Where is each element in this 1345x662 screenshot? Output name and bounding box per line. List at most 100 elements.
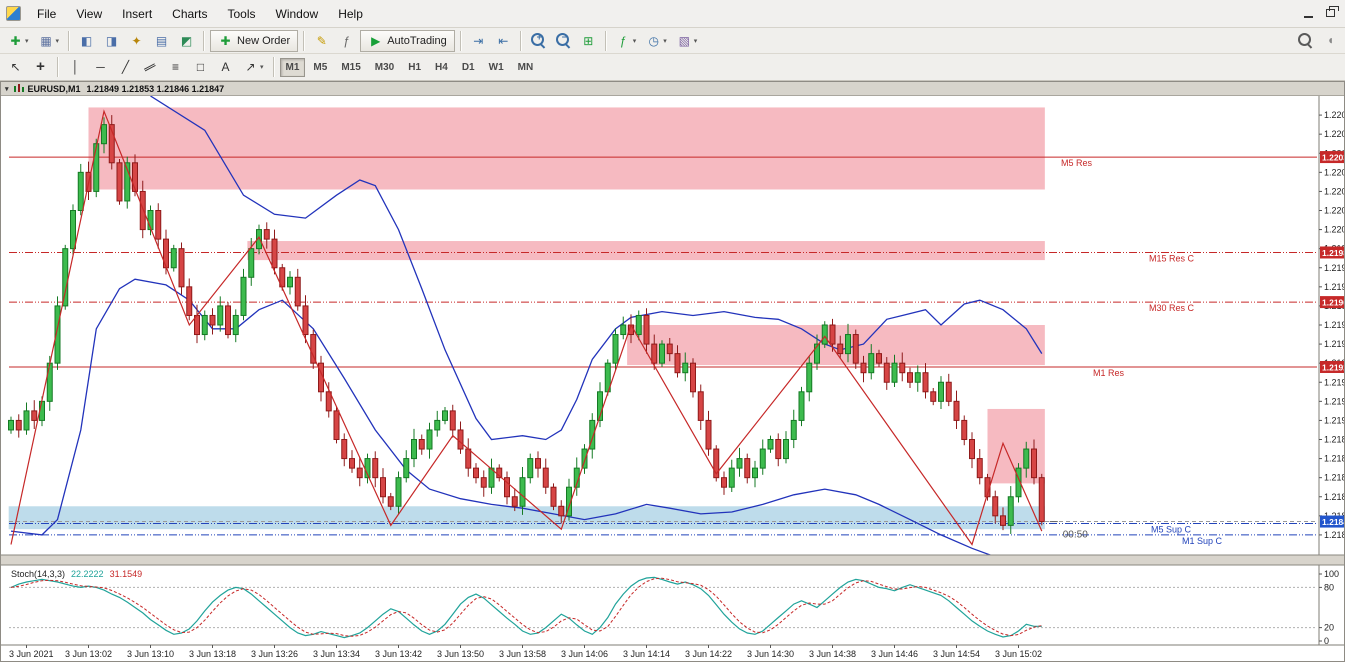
menu: File View Insert Charts Tools Window Help	[27, 3, 373, 25]
navigator-icon: ✦	[131, 33, 142, 48]
zoom-in-button[interactable]: +	[527, 30, 550, 52]
autotrading-button[interactable]: ▶ AutoTrading	[360, 29, 455, 52]
minimize-button[interactable]	[1297, 3, 1319, 22]
notifications-button[interactable]: ◖	[1319, 29, 1342, 51]
tf-mn-button[interactable]: MN	[512, 58, 540, 77]
menu-charts[interactable]: Charts	[162, 3, 217, 25]
arrows-icon: ↗	[245, 60, 256, 74]
stoch-axis-label: 20	[1324, 623, 1334, 633]
price-axis-label: 1.21870	[1324, 473, 1344, 483]
market-watch-icon: ◧	[80, 33, 93, 48]
periods-button[interactable]: ◷ ▾	[642, 30, 671, 52]
price-axis-label: 1.22010	[1324, 206, 1344, 216]
fibonacci-button[interactable]: ≡	[164, 56, 187, 78]
new-chart-button[interactable]: ✚ ▾	[4, 30, 33, 52]
notifications-icon: ◖	[1326, 33, 1335, 47]
menu-file[interactable]: File	[27, 3, 66, 25]
toolbar-separator	[303, 30, 306, 51]
tf-d1-button[interactable]: D1	[456, 58, 481, 77]
menu-insert[interactable]: Insert	[112, 3, 162, 25]
text-icon: A	[221, 60, 230, 74]
chart-canvas[interactable]: M5 Res M15 Res C M30 Res C M1 Res M5 Sup C M1…	[1, 96, 1344, 661]
toolbar-separator	[68, 30, 71, 51]
tf-d1-label: D1	[461, 61, 475, 73]
menu-tools[interactable]: Tools	[218, 3, 266, 25]
strategy-tester-button[interactable]: ◩	[175, 30, 198, 52]
toolbar-standard: ◖ ✚ ▾ ▦ ▾ ◧ ◨ ✦ ▤ ◩ ✚ New Order ✎ ƒ ▶ AutoTrading ⇥ ⇤ + − ⊞…	[0, 28, 1345, 54]
profiles-button[interactable]: ▦ ▾	[35, 30, 64, 52]
vertical-line-button[interactable]: │	[64, 56, 87, 78]
time-axis-label: 3 Jun 14:22	[685, 649, 732, 659]
shapes-icon: □	[196, 60, 205, 74]
menu-view[interactable]: View	[66, 3, 112, 25]
tf-h1-button[interactable]: H1	[402, 58, 427, 77]
metaeditor-button[interactable]: ✎	[310, 30, 333, 52]
toolbar-separator	[272, 57, 275, 77]
shapes-button[interactable]: □	[189, 56, 212, 78]
market-watch-button[interactable]: ◧	[75, 30, 98, 52]
chart-shift-button[interactable]: ⇤	[492, 30, 515, 52]
restore-icon	[1325, 5, 1339, 17]
chart-menu-caret-icon: ▾	[5, 85, 9, 93]
tf-m30-button[interactable]: M30	[369, 58, 400, 77]
zoom-out-button[interactable]: −	[552, 30, 575, 52]
tf-m5-button[interactable]: M5	[307, 58, 333, 77]
auto-scroll-button[interactable]: ⇥	[467, 30, 490, 52]
crosshair-button[interactable]: +	[29, 56, 52, 78]
time-axis-label: 3 Jun 13:26	[251, 649, 298, 659]
panel-splitter[interactable]	[1, 555, 1344, 565]
price-axis-label: 1.21950	[1324, 320, 1344, 330]
tf-m15-button[interactable]: M15	[335, 58, 366, 77]
navigator-button[interactable]: ✦	[125, 30, 148, 52]
indicators-caret-icon: ▾	[632, 37, 637, 45]
time-axis-label: 3 Jun 13:18	[189, 649, 236, 659]
price-axis-label: 1.21880	[1324, 454, 1344, 464]
experts-button[interactable]: ƒ	[335, 30, 358, 52]
indicators-button[interactable]: ƒ ▾	[612, 30, 641, 52]
time-axis-label: 3 Jun 14:06	[561, 649, 608, 659]
tf-mn-label: MN	[517, 61, 534, 73]
tf-w1-button[interactable]: W1	[483, 58, 510, 77]
templates-caret-icon: ▾	[693, 37, 698, 45]
resistance-zone	[627, 325, 1045, 366]
menu-window[interactable]: Window	[266, 3, 329, 25]
restore-button[interactable]	[1319, 3, 1341, 22]
toolbar-standard-right: ◖	[1293, 29, 1343, 51]
cursor-button[interactable]: ↖	[4, 56, 27, 78]
tf-m1-button[interactable]: M1	[279, 57, 306, 77]
tile-windows-button[interactable]: ⊞	[577, 30, 600, 52]
chart-title-bar[interactable]: ▾ EURUSD,M1 1.21849 1.21853 1.21846 1.21…	[1, 82, 1344, 96]
tf-m15-label: M15	[341, 61, 361, 73]
arrows-button[interactable]: ↗ ▾	[239, 56, 268, 78]
templates-button[interactable]: ▧ ▾	[673, 30, 702, 52]
level-label: M1 Res	[1093, 368, 1125, 378]
tf-h4-button[interactable]: H4	[429, 58, 454, 77]
search-button[interactable]	[1294, 29, 1317, 51]
menu-help[interactable]: Help	[328, 3, 373, 25]
resistance-zone	[247, 241, 1045, 261]
level-label: M5 Res	[1061, 158, 1093, 168]
price-axis-label: 1.21970	[1324, 282, 1344, 292]
price-axis-label: 1.21980	[1324, 263, 1344, 273]
price-axis-label: 1.22000	[1324, 225, 1344, 235]
time-axis-label: 3 Jun 13:02	[65, 649, 112, 659]
svg-text:1.21928: 1.21928	[1322, 362, 1344, 372]
new-order-button[interactable]: ✚ New Order	[210, 29, 299, 52]
new-chart-icon: ✚	[10, 33, 21, 48]
candle-countdown: 00:50	[1063, 530, 1088, 541]
zoom-in-icon: +	[530, 33, 546, 48]
zoom-out-icon: −	[555, 33, 571, 48]
toolbar-line-studies: ↖ + │ ─ ╱ ∥ ≡ □ A ↗ ▾ M1 M5 M15 M30 H1 H4 D1 W1 MN	[0, 54, 1345, 81]
data-window-button[interactable]: ◨	[100, 30, 123, 52]
tf-m5-label: M5	[313, 61, 328, 73]
periods-caret-icon: ▾	[663, 37, 667, 45]
svg-text:1.22038: 1.22038	[1322, 153, 1344, 163]
svg-text:1.21847: 1.21847	[1322, 517, 1344, 527]
trendline-button[interactable]: ╱	[114, 56, 137, 78]
terminal-button[interactable]: ▤	[150, 30, 173, 52]
trendline-icon: ╱	[121, 60, 130, 74]
equidistant-channel-button[interactable]: ∥	[139, 56, 162, 78]
data-window-icon: ◨	[105, 33, 118, 48]
text-button[interactable]: A	[214, 56, 237, 78]
horizontal-line-button[interactable]: ─	[89, 56, 112, 78]
